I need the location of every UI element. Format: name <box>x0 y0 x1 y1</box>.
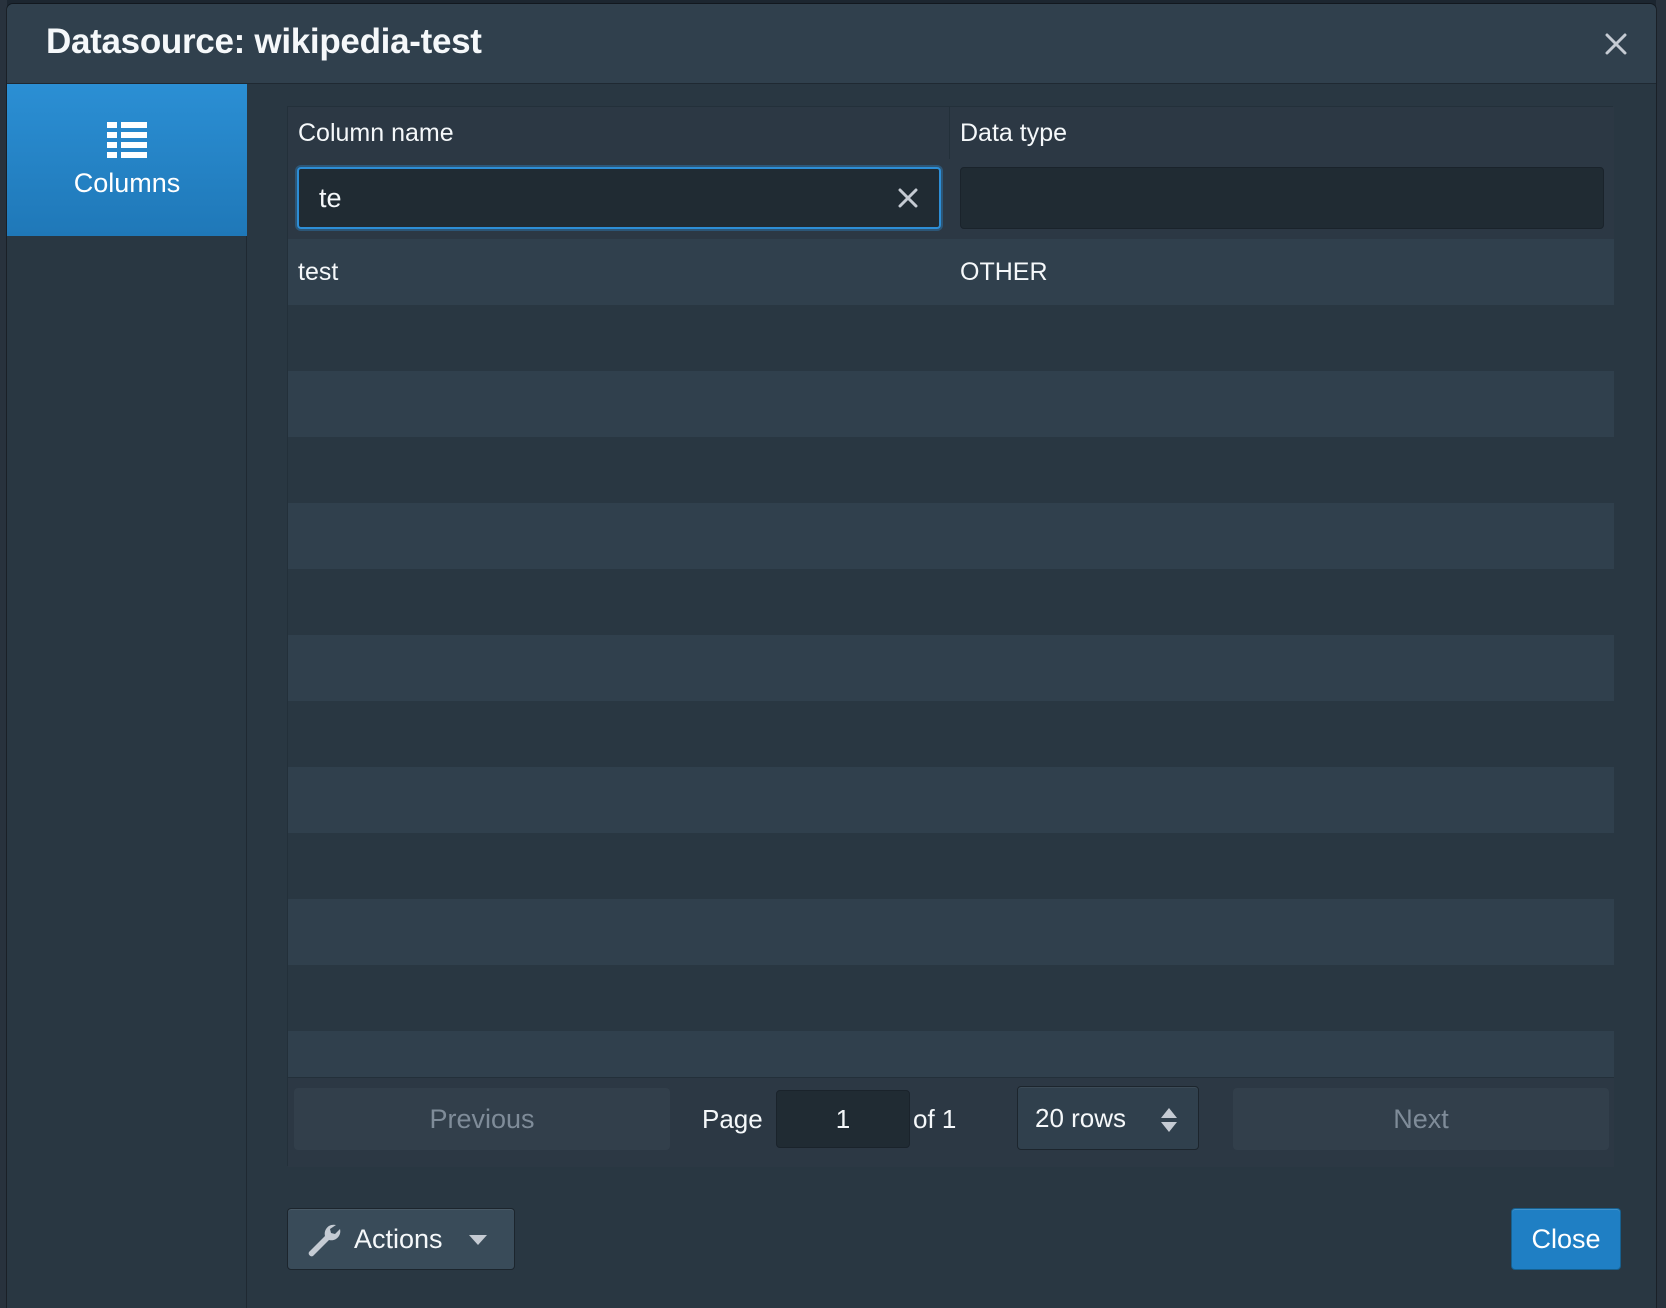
rows-per-page-select[interactable]: 20 rows <box>1017 1086 1199 1150</box>
table-row-empty <box>288 305 1614 371</box>
actions-label: Actions <box>354 1224 443 1254</box>
cell-data-type: OTHER <box>960 258 1048 286</box>
table-row-empty <box>288 833 1614 899</box>
wrench-icon <box>308 1224 341 1257</box>
sort-caret-icon <box>1161 1108 1177 1132</box>
table-row-empty <box>288 635 1614 701</box>
table-row-empty <box>288 965 1614 1031</box>
sidebar: Columns <box>7 84 247 1308</box>
backdrop <box>1656 0 1666 1308</box>
table-row-empty <box>288 701 1614 767</box>
close-icon <box>1605 33 1627 55</box>
close-button[interactable]: Close <box>1511 1208 1621 1270</box>
clear-filter-button[interactable] <box>893 183 923 213</box>
backdrop <box>0 0 7 1308</box>
table-row-empty <box>288 767 1614 833</box>
tab-columns[interactable]: Columns <box>7 84 247 236</box>
table-row-empty <box>288 569 1614 635</box>
table-row-empty <box>288 899 1614 965</box>
page-total-label: of 1 <box>913 1104 957 1134</box>
dialog-header: Datasource: wikipedia-test <box>7 4 1656 84</box>
column-name-filter-input[interactable] <box>297 167 941 229</box>
caret-down-icon <box>469 1235 487 1245</box>
list-columns-icon <box>107 121 147 158</box>
table-row-empty <box>288 437 1614 503</box>
clear-icon <box>898 188 918 208</box>
close-dialog-button[interactable] <box>1600 28 1632 60</box>
table-row[interactable]: test OTHER <box>288 239 1614 305</box>
previous-page-button[interactable]: Previous <box>294 1088 670 1150</box>
table-row-empty <box>288 371 1614 437</box>
columns-table: Column name Data type test OTHER <box>287 106 1614 1167</box>
table-header: Column name Data type <box>288 107 1614 159</box>
next-page-button[interactable]: Next <box>1233 1088 1609 1150</box>
page-label: Page <box>702 1104 763 1134</box>
pagination: Previous Page of 1 20 rows Next <box>288 1077 1614 1167</box>
header-data-type[interactable]: Data type <box>950 107 1614 159</box>
header-column-name[interactable]: Column name <box>288 107 950 159</box>
main-content: Column name Data type test OTHER <box>247 84 1656 1308</box>
table-row-empty <box>288 503 1614 569</box>
page-number-input[interactable] <box>776 1090 910 1148</box>
cell-column-name: test <box>298 258 339 286</box>
rows-per-page-value: 20 rows <box>1035 1103 1127 1133</box>
tab-columns-label: Columns <box>73 167 181 198</box>
dialog-title: Datasource: wikipedia-test <box>46 22 482 61</box>
table-body: test OTHER <box>288 239 1614 1097</box>
datasource-dialog: Datasource: wikipedia-test Columns Colum… <box>7 4 1656 1308</box>
actions-button[interactable]: Actions <box>287 1208 515 1270</box>
filter-row <box>288 159 1614 239</box>
data-type-filter-input[interactable] <box>960 167 1604 229</box>
